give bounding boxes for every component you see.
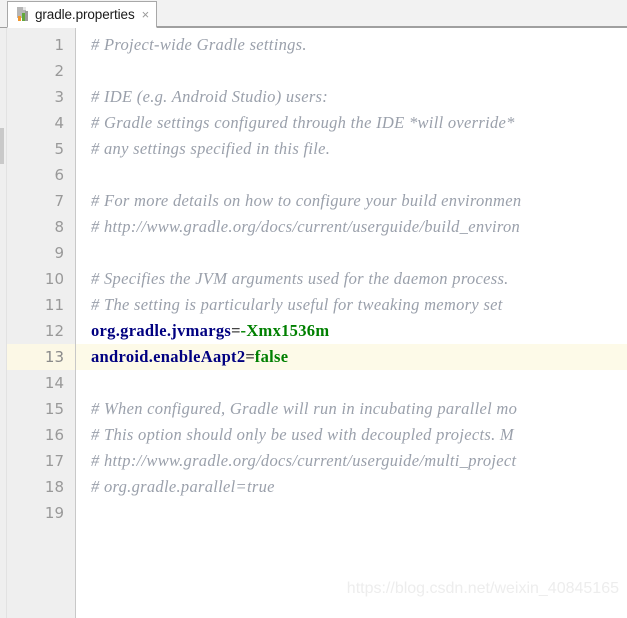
code-line[interactable]: # This option should only be used with d… [76,422,627,448]
code-comment: # This option should only be used with d… [91,425,514,444]
code-line[interactable]: # Project-wide Gradle settings. [76,32,627,58]
code-line[interactable]: # http://www.gradle.org/docs/current/use… [76,214,627,240]
code-line-blank[interactable] [76,240,627,266]
line-number[interactable]: 14 [7,370,75,396]
code-line[interactable]: # When configured, Gradle will run in in… [76,396,627,422]
code-line[interactable]: # Gradle settings configured through the… [76,110,627,136]
code-comment: # http://www.gradle.org/docs/current/use… [91,451,517,470]
code-line-blank[interactable] [76,500,627,526]
property-key: org.gradle.jvmargs [91,321,232,340]
code-line-blank[interactable] [76,370,627,396]
code-comment: # org.gradle.parallel=true [91,477,275,496]
line-number[interactable]: 9 [7,240,75,266]
code-editor[interactable]: 1 2 3 4 5 6 7 8 9 10 11 12 13 14 15 16 17 18 19 https://bl… [0,28,627,618]
property-equals: = [231,321,241,340]
code-line[interactable]: org.gradle.jvmargs=-Xmx1536m [76,318,627,344]
code-comment: # Gradle settings configured through the… [91,113,515,132]
property-value: -Xmx1536m [240,321,330,340]
code-line[interactable]: # Specifies the JVM arguments used for t… [76,266,627,292]
line-number[interactable]: 6 [7,162,75,188]
watermark-text: https://blog.csdn.net/weixin_40845165 [346,580,619,597]
line-number[interactable]: 5 [7,136,75,162]
line-number[interactable]: 7 [7,188,75,214]
line-number[interactable]: 18 [7,474,75,500]
code-line[interactable]: # For more details on how to configure y… [76,188,627,214]
property-equals: = [245,347,255,366]
code-line[interactable]: # any settings specified in this file. [76,136,627,162]
line-number[interactable]: 13 [7,344,75,370]
code-line-blank[interactable] [76,162,627,188]
code-comment: # IDE (e.g. Android Studio) users: [91,87,329,106]
line-number[interactable]: 15 [7,396,75,422]
code-comment: # When configured, Gradle will run in in… [91,399,518,418]
code-comment: # The setting is particularly useful for… [91,295,503,314]
line-number[interactable]: 16 [7,422,75,448]
line-number[interactable]: 10 [7,266,75,292]
line-number[interactable]: 4 [7,110,75,136]
code-line[interactable]: android.enableAapt2=false [76,344,627,370]
code-line[interactable]: # The setting is particularly useful for… [76,292,627,318]
close-icon[interactable]: × [142,8,150,21]
scrollbar-thumb[interactable] [0,128,4,164]
code-line[interactable]: # http://www.gradle.org/docs/current/use… [76,448,627,474]
line-number[interactable]: 3 [7,84,75,110]
gradle-properties-file-icon [16,7,31,22]
code-comment: # Project-wide Gradle settings. [91,35,307,54]
code-line[interactable]: # IDE (e.g. Android Studio) users: [76,84,627,110]
code-comment: # For more details on how to configure y… [91,191,522,210]
code-line-blank[interactable] [76,58,627,84]
line-number[interactable]: 1 [7,32,75,58]
line-number[interactable]: 8 [7,214,75,240]
code-line[interactable]: # org.gradle.parallel=true [76,474,627,500]
editor-tab-label: gradle.properties [35,7,135,22]
property-value: false [254,347,289,366]
code-comment: # any settings specified in this file. [91,139,331,158]
editor-window: gradle.properties × 1 2 3 4 5 6 7 8 9 10 11 12 13 14 1… [0,0,627,618]
line-number[interactable]: 11 [7,292,75,318]
code-content-area[interactable]: https://blog.csdn.net/weixin_40845165 # … [76,28,627,618]
line-number[interactable]: 19 [7,500,75,526]
line-number[interactable]: 12 [7,318,75,344]
line-number[interactable]: 17 [7,448,75,474]
tab-bar-empty-area [157,0,627,27]
line-number-gutter[interactable]: 1 2 3 4 5 6 7 8 9 10 11 12 13 14 15 16 17 18 19 [7,28,76,618]
line-number[interactable]: 2 [7,58,75,84]
code-comment: # http://www.gradle.org/docs/current/use… [91,217,521,236]
editor-tab-bar: gradle.properties × [0,0,627,28]
editor-left-rail[interactable] [0,28,7,618]
code-comment: # Specifies the JVM arguments used for t… [91,269,509,288]
property-key: android.enableAapt2 [91,347,246,366]
editor-tab-gradle-properties[interactable]: gradle.properties × [7,1,158,28]
